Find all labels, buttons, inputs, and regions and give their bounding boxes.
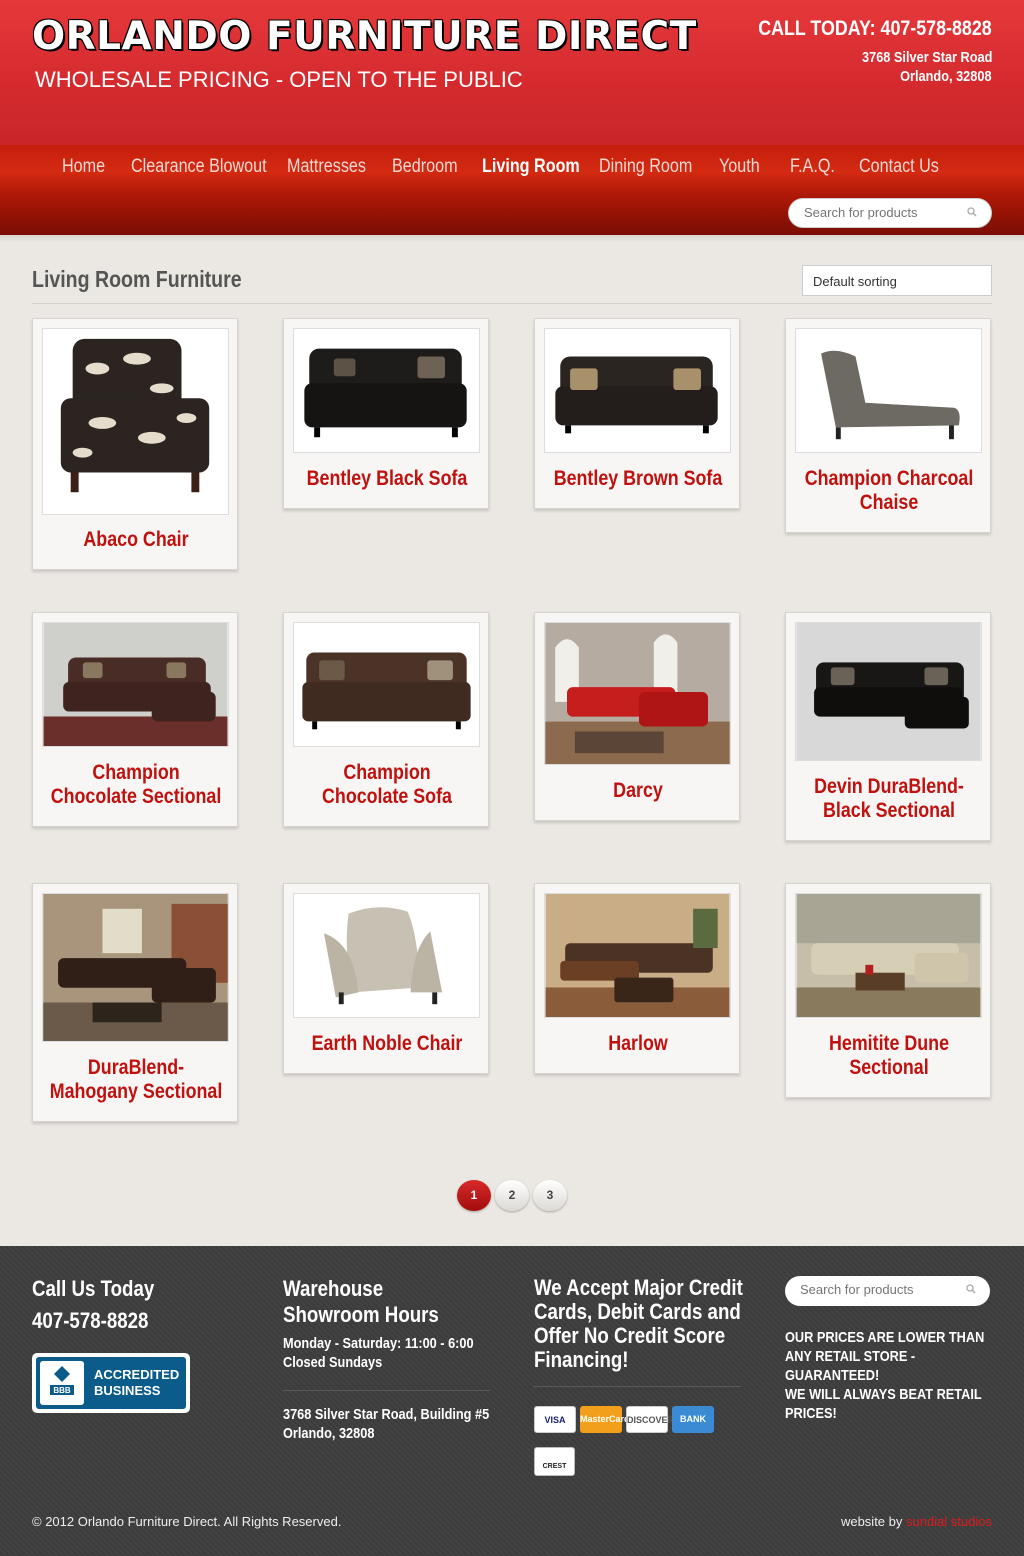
bbb-logo-icon: BBB (40, 1361, 84, 1405)
nav-item-contact-us[interactable]: Contact Us (859, 156, 939, 178)
product-title[interactable]: Hemitite Dune Sectional (801, 1032, 976, 1080)
bank-icon: BANK (672, 1406, 714, 1433)
search-icon[interactable] (966, 1284, 976, 1294)
visa-icon: VISA (534, 1406, 576, 1433)
sort-select[interactable]: Default sorting (802, 265, 992, 296)
footer-beat-retail: WE WILL ALWAYS BEAT RETAIL PRICES! (785, 1386, 982, 1422)
site-credit: website by sundial studios (841, 1514, 992, 1529)
footer-guarantee: OUR PRICES ARE LOWER THAN ANY RETAIL STO… (785, 1329, 985, 1384)
product-image[interactable] (795, 893, 982, 1018)
product-image[interactable] (293, 622, 480, 747)
product-title[interactable]: Abaco Chair (48, 528, 223, 552)
nav-item-clearance-blowout[interactable]: Clearance Blowout (131, 156, 267, 178)
credit-prefix: website by (840, 1514, 903, 1529)
product-image[interactable] (544, 328, 731, 453)
footer-search-box (785, 1276, 990, 1306)
product-title[interactable]: Bentley Brown Sofa (550, 467, 725, 491)
footer-address-line2: Orlando, 32808 (283, 1425, 375, 1442)
product-card[interactable]: DuraBlend-Mahogany Sectional (32, 883, 238, 1122)
product-card[interactable]: Bentley Brown Sofa (534, 318, 740, 509)
product-title[interactable]: Darcy (550, 779, 725, 803)
product-card[interactable]: Darcy (534, 612, 740, 821)
footer-phone: 407-578-8828 (32, 1308, 149, 1333)
product-image[interactable] (293, 893, 480, 1018)
page-title: Living Room Furniture (32, 266, 242, 292)
product-image[interactable] (293, 328, 480, 453)
nav-item-dining-room[interactable]: Dining Room (599, 156, 692, 178)
product-card[interactable]: Champion Charcoal Chaise (785, 318, 991, 533)
product-title[interactable]: Champion Charcoal Chaise (801, 467, 976, 515)
product-card[interactable]: Champion Chocolate Sectional (32, 612, 238, 827)
bbb-text: ACCREDITED BUSINESS (94, 1367, 180, 1398)
bbb-logo-text: BBB (53, 1386, 71, 1395)
page-1-button[interactable]: 1 (457, 1180, 491, 1211)
product-card[interactable]: Abaco Chair (32, 318, 238, 570)
page-2-button[interactable]: 2 (495, 1180, 529, 1211)
product-card[interactable]: Hemitite Dune Sectional (785, 883, 991, 1098)
product-card[interactable]: Devin DuraBlend-Black Sectional (785, 612, 991, 841)
nav-search-input[interactable] (804, 205, 964, 220)
product-card[interactable]: Bentley Black Sofa (283, 318, 489, 509)
nav-search-box (788, 198, 992, 228)
header-address-line1: 3768 Silver Star Road (861, 49, 992, 66)
footer-divider (534, 1386, 741, 1387)
nav-shadow (0, 235, 1024, 243)
product-title[interactable]: Champion Chocolate Sectional (48, 761, 223, 809)
footer-address-line1: 3768 Silver Star Road, Building #5 (283, 1406, 490, 1423)
nav-item-living-room[interactable]: Living Room (482, 156, 580, 178)
footer-closed: Closed Sundays (283, 1354, 383, 1371)
nav-item-mattresses[interactable]: Mattresses (287, 156, 366, 178)
footer-divider (283, 1390, 490, 1391)
product-image[interactable] (544, 622, 731, 765)
footer-payment-heading: We Accept Major Credit Cards, Debit Card… (534, 1275, 743, 1372)
site-tagline: WHOLESALE PRICING - OPEN TO THE PUBLIC (35, 67, 523, 92)
copyright: © 2012 Orlando Furniture Direct. All Rig… (32, 1514, 342, 1529)
product-title[interactable]: Earth Noble Chair (299, 1032, 474, 1056)
bbb-badge[interactable]: BBB ACCREDITED BUSINESS (32, 1353, 190, 1413)
product-image[interactable] (42, 328, 229, 515)
header-phone: CALL TODAY: 407-578-8828 (758, 17, 992, 40)
product-title[interactable]: Champion Chocolate Sofa (299, 761, 474, 809)
product-title[interactable]: DuraBlend-Mahogany Sectional (48, 1056, 223, 1104)
credit-link[interactable]: sundial studios (906, 1514, 992, 1529)
product-card[interactable]: Harlow (534, 883, 740, 1074)
search-icon[interactable] (967, 207, 977, 217)
product-title[interactable]: Harlow (550, 1032, 725, 1056)
product-image[interactable] (795, 328, 982, 453)
product-card[interactable]: Earth Noble Chair (283, 883, 489, 1074)
product-card[interactable]: Champion Chocolate Sofa (283, 612, 489, 827)
crest-financing-icon: CREST (534, 1447, 575, 1476)
site-title[interactable]: ORLANDO FURNITURE DIRECT (32, 14, 697, 59)
nav-item-home[interactable]: Home (62, 156, 105, 178)
nav-item-bedroom[interactable]: Bedroom (392, 156, 458, 178)
product-image[interactable] (42, 893, 229, 1042)
title-divider (32, 303, 992, 304)
product-title[interactable]: Bentley Black Sofa (299, 467, 474, 491)
discover-icon: DISCOVER (626, 1406, 674, 1433)
product-image[interactable] (42, 622, 229, 747)
mastercard-icon: MasterCard (580, 1406, 630, 1433)
product-image[interactable] (544, 893, 731, 1018)
product-image[interactable] (795, 622, 982, 761)
page-3-button[interactable]: 3 (533, 1180, 567, 1211)
nav-item-youth[interactable]: Youth (719, 156, 760, 178)
nav-item-faq[interactable]: F.A.Q. (790, 156, 835, 178)
footer-hours-heading: Warehouse Showroom Hours (283, 1276, 439, 1327)
product-title[interactable]: Devin DuraBlend-Black Sectional (801, 775, 976, 823)
footer-hours: Monday - Saturday: 11:00 - 6:00 (283, 1335, 474, 1352)
header-address-line2: Orlando, 32808 (900, 68, 992, 85)
footer-call-heading: Call Us Today (32, 1276, 155, 1301)
footer-search-input[interactable] (800, 1282, 960, 1297)
